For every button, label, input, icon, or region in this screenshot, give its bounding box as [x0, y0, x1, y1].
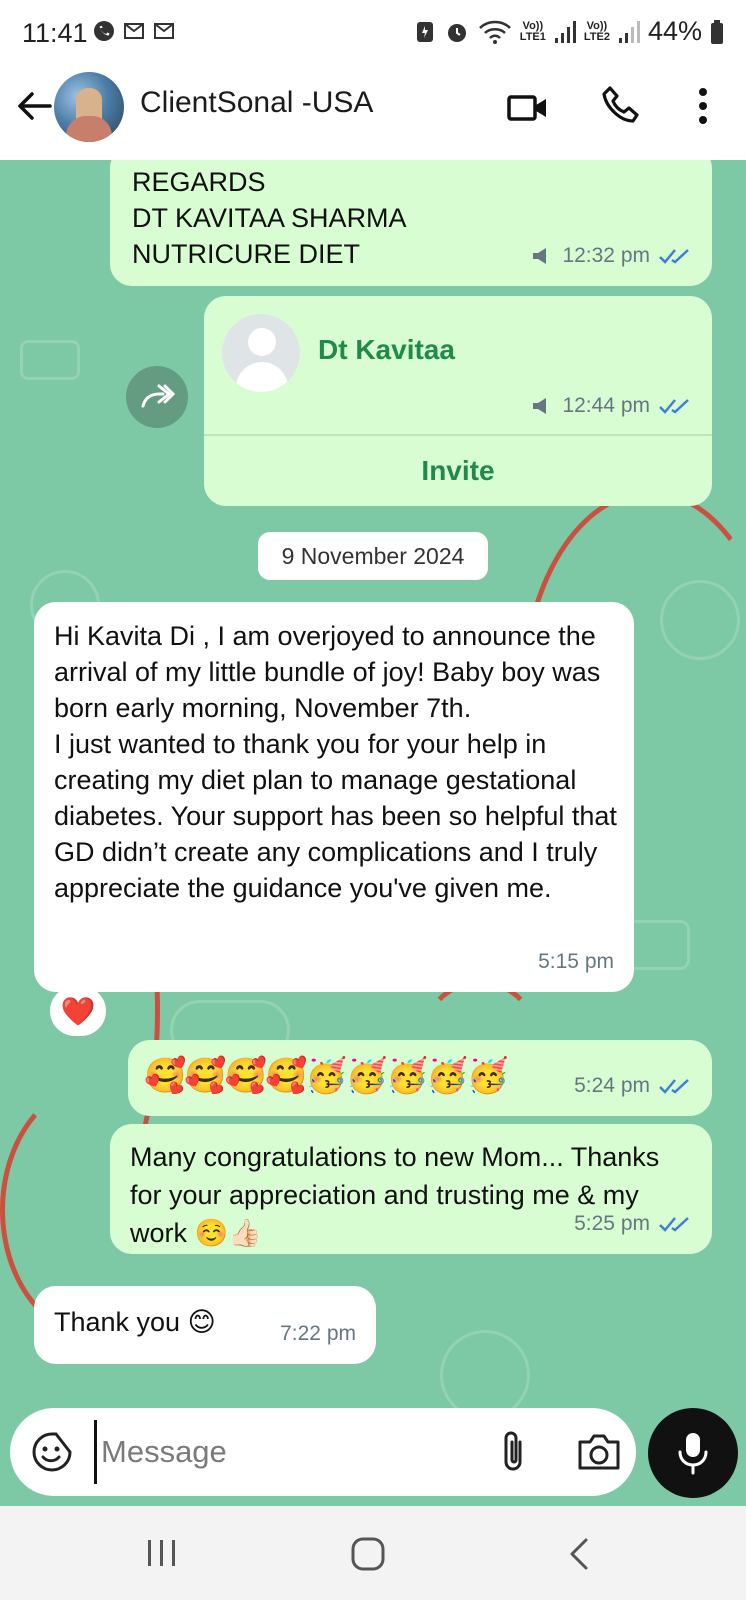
chat-area[interactable]: REGARDS DT KAVITAA SHARMA NUTRICURE DIET…: [0, 160, 746, 1506]
contact-name[interactable]: ClientSonal -USA: [140, 86, 373, 120]
message-time: 5:24 pm: [574, 1074, 650, 1097]
message-composer: [10, 1408, 636, 1496]
read-ticks-icon: [659, 1079, 689, 1094]
wallpaper-doodle: [20, 340, 80, 380]
message-time: 5:15 pm: [538, 950, 614, 973]
message-text: 🥰🥰🥰🥰🥳🥳🥳🥳🥳: [144, 1057, 509, 1095]
contact-card-avatar: [222, 314, 300, 392]
message-input[interactable]: [94, 1420, 474, 1484]
recent-apps-icon[interactable]: [144, 1536, 180, 1570]
chat-header: ClientSonal -USA: [0, 64, 746, 160]
invite-button[interactable]: Invite: [204, 436, 712, 506]
message-meta: 5:24 pm: [574, 1068, 692, 1104]
status-bar: 11:41 Vo)) LTE1 Vo)) LTE2 44%: [0, 0, 746, 64]
sim2-indicator: Vo)) LTE2: [583, 19, 610, 43]
more-options-icon[interactable]: [688, 84, 718, 128]
phone-call-icon[interactable]: [600, 84, 642, 128]
message-meta: 5:15 pm: [538, 944, 614, 980]
message-time: 12:32 pm: [562, 244, 650, 267]
message-meta: 5:25 pm: [574, 1206, 692, 1242]
read-ticks-icon: [659, 1217, 689, 1232]
gmail-icon: [154, 23, 174, 39]
outgoing-message[interactable]: REGARDS DT KAVITAA SHARMA NUTRICURE DIET…: [110, 160, 712, 286]
broadcast-icon: [533, 248, 547, 264]
battery-icon: [711, 19, 723, 44]
message-line: REGARDS: [132, 167, 266, 197]
paperclip-icon[interactable]: [496, 1428, 530, 1476]
message-time: 5:25 pm: [574, 1212, 650, 1235]
contact-avatar[interactable]: [54, 72, 124, 142]
microphone-icon: [678, 1433, 708, 1475]
contact-card-name: Dt Kavitaa: [318, 334, 455, 365]
wifi-icon: [478, 20, 511, 44]
message-time: 12:44 pm: [562, 394, 650, 417]
incoming-message[interactable]: Thank you 😊 7:22 pm: [34, 1286, 376, 1364]
microphone-button[interactable]: [648, 1408, 738, 1498]
sim1-indicator: Vo)) LTE1: [519, 19, 546, 43]
broadcast-icon: [533, 398, 547, 414]
read-ticks-icon: [659, 399, 689, 414]
wallpaper-doodle: [440, 1330, 530, 1420]
message-line: NUTRICURE DIET: [132, 239, 360, 269]
system-navigation-bar: [0, 1506, 746, 1600]
date-separator: 9 November 2024: [258, 532, 488, 580]
message-line: DT KAVITAA SHARMA: [132, 203, 407, 233]
signal-bars-icon: [618, 20, 640, 43]
message-meta: 7:22 pm: [280, 1316, 356, 1352]
outgoing-message[interactable]: Many congratulations to new Mom... Thank…: [110, 1124, 712, 1254]
contact-card-message[interactable]: Dt Kavitaa 12:44 pm Invite: [204, 296, 712, 506]
status-left-icons: [92, 19, 176, 43]
heart-reaction[interactable]: ❤️: [50, 986, 106, 1036]
whatsapp-icon: [94, 21, 114, 41]
message-meta: 12:32 pm: [530, 238, 692, 274]
battery-saver-icon: [416, 21, 433, 42]
forward-icon[interactable]: [126, 366, 188, 428]
battery-percent: 44%: [647, 16, 702, 46]
alarm-icon: [447, 23, 466, 42]
message-meta: 12:44 pm: [530, 388, 692, 424]
back-arrow-icon[interactable]: [14, 86, 54, 126]
sticker-emoji-icon[interactable]: [30, 1430, 74, 1474]
read-ticks-icon: [659, 249, 689, 264]
message-text: Hi Kavita Di , I am overjoyed to announc…: [54, 621, 617, 903]
camera-icon[interactable]: [576, 1430, 622, 1474]
signal-bars-icon: [554, 20, 576, 43]
status-right-icons: Vo)) LTE1 Vo)) LTE2 44%: [414, 16, 724, 47]
home-icon[interactable]: [350, 1536, 386, 1572]
incoming-message[interactable]: Hi Kavita Di , I am overjoyed to announc…: [34, 602, 634, 992]
outgoing-message[interactable]: 🥰🥰🥰🥰🥳🥳🥳🥳🥳 5:24 pm: [128, 1040, 712, 1116]
status-time: 11:41: [22, 18, 88, 48]
back-nav-icon[interactable]: [566, 1536, 592, 1572]
video-call-icon[interactable]: [506, 88, 550, 128]
gmail-icon: [124, 23, 144, 39]
message-time: 7:22 pm: [280, 1322, 356, 1345]
message-text: Thank you 😊: [54, 1307, 216, 1337]
